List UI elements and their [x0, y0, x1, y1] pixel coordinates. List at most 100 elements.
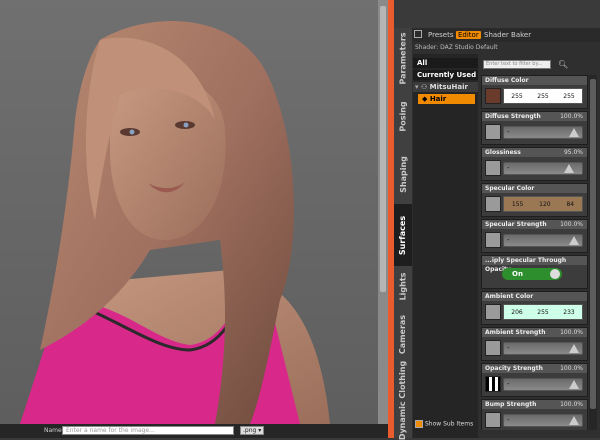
toggle-label: On — [512, 270, 523, 278]
surfaces-panel: Presets Editor Shader Baker Shader: DAZ … — [412, 28, 600, 438]
texture-swatch[interactable] — [485, 160, 501, 176]
color-b: 233 — [563, 308, 575, 316]
texture-swatch[interactable] — [485, 340, 501, 356]
tab-surfaces[interactable]: Surfaces — [394, 204, 412, 266]
value-slider[interactable]: - — [503, 342, 583, 355]
tree-item-hair-label: Hair — [429, 95, 447, 103]
slider-knob[interactable] — [569, 380, 579, 389]
scrollbar-thumb[interactable] — [380, 6, 386, 292]
expand-icon[interactable]: ▾ — [415, 83, 419, 91]
property-ambient-color: Ambient Color 206 255 233 — [481, 291, 588, 325]
tab-surfaces-label: Surfaces — [398, 215, 408, 255]
property-value: 100.0% — [560, 113, 583, 120]
property-diffuse-color: Diffuse Color 255 255 255 — [481, 75, 588, 109]
tree-item-currently-used[interactable]: Currently Used — [413, 70, 478, 80]
slider-knob[interactable] — [569, 344, 579, 353]
figure-icon: ⚇ — [420, 83, 428, 91]
tree-node-label: MitsuHair — [429, 83, 468, 91]
tree-item-all[interactable]: All — [413, 58, 478, 68]
show-sub-items-label: Show Sub Items — [425, 420, 474, 428]
property-value: 100.0% — [560, 401, 583, 408]
property-glossiness: Glossiness 95.0% - — [481, 147, 588, 181]
tab-posing[interactable]: Posing — [394, 88, 412, 144]
format-select[interactable]: .png ▾ — [240, 426, 264, 435]
minus-icon: - — [507, 128, 510, 136]
property-value: 100.0% — [560, 221, 583, 228]
tab-posing-label: Posing — [398, 100, 408, 132]
property-bump-strength: Bump Strength 100.0% - — [481, 399, 588, 430]
property-label: Specular Color — [482, 184, 587, 193]
texture-swatch[interactable] — [485, 88, 501, 104]
show-sub-items-checkbox[interactable] — [415, 420, 423, 428]
color-b: 255 — [563, 92, 575, 100]
property-value: 100.0% — [560, 329, 583, 336]
property-specular-strength: Specular Strength 100.0% - — [481, 219, 588, 253]
property-ambient-strength: Ambient Strength 100.0% - — [481, 327, 588, 361]
surface-tree: All Currently Used ▾ ⚇ MitsuHair ◆ Hair — [413, 54, 478, 438]
property-label: Diffuse Color — [482, 76, 587, 85]
slider-knob[interactable] — [569, 128, 579, 137]
color-field[interactable]: 206 255 233 — [503, 304, 583, 320]
toggle-switch[interactable]: On — [502, 268, 562, 280]
texture-swatch[interactable] — [485, 412, 501, 428]
color-b: 84 — [566, 200, 575, 208]
tab-cameras-label: Cameras — [398, 314, 408, 354]
texture-swatch[interactable] — [485, 304, 501, 320]
vertical-tab-strip: Parameters Posing Shaping Surfaces Light… — [394, 28, 412, 440]
viewport[interactable] — [0, 0, 388, 424]
property-multiply-specular-opacity: ...iply Specular Through Opacity On — [481, 255, 588, 289]
value-slider[interactable]: - — [503, 414, 583, 427]
name-label: Name — [44, 427, 62, 434]
tab-presets[interactable]: Presets — [426, 31, 455, 39]
surface-icon: ◆ — [422, 95, 428, 103]
tab-dynamic-clothing[interactable]: Dynamic Clothing — [394, 360, 412, 439]
tab-parameters[interactable]: Parameters — [394, 28, 412, 88]
texture-swatch[interactable] — [485, 196, 501, 212]
color-g: 255 — [537, 308, 549, 316]
search-icon[interactable]: 🔍︎ — [558, 60, 568, 69]
tab-lights[interactable]: Lights — [394, 266, 412, 306]
value-slider[interactable]: - — [503, 162, 583, 175]
property-list: Diffuse Color 255 255 255 Diffuse Streng… — [481, 75, 588, 430]
image-name-input[interactable]: Enter a name for the image... — [62, 426, 234, 435]
color-r: 206 — [511, 308, 523, 316]
filter-input[interactable]: Enter text to filter by... — [483, 60, 551, 69]
property-scrollbar[interactable] — [589, 75, 597, 430]
slider-knob[interactable] — [564, 164, 574, 173]
color-field[interactable]: 155 120 84 — [503, 196, 583, 212]
slider-knob[interactable] — [569, 236, 579, 245]
texture-swatch[interactable] — [485, 232, 501, 248]
minus-icon: - — [507, 380, 510, 388]
property-diffuse-strength: Diffuse Strength 100.0% - — [481, 111, 588, 145]
show-sub-items[interactable]: Show Sub Items — [415, 420, 473, 428]
value-slider[interactable]: - — [503, 378, 583, 391]
value-slider[interactable]: - — [503, 234, 583, 247]
color-field[interactable]: 255 255 255 — [503, 88, 583, 104]
panel-top-row: Presets Editor Shader Baker — [412, 28, 600, 42]
scrollbar-thumb[interactable] — [590, 79, 596, 409]
color-r: 155 — [511, 200, 524, 208]
tab-lights-label: Lights — [398, 272, 408, 300]
minus-icon: - — [507, 416, 510, 424]
tree-item-hair[interactable]: ◆ Hair — [418, 94, 475, 104]
tab-editor[interactable]: Editor — [456, 31, 481, 39]
texture-swatch[interactable] — [485, 124, 501, 140]
minus-icon: - — [507, 164, 510, 172]
toggle-knob — [550, 269, 560, 279]
tab-shaping[interactable]: Shaping — [394, 144, 412, 204]
color-r: 255 — [511, 92, 523, 100]
tree-node-mitsuhair[interactable]: ▾ ⚇ MitsuHair — [413, 82, 478, 92]
minus-icon: - — [507, 236, 510, 244]
slider-knob[interactable] — [569, 416, 579, 425]
tab-cameras[interactable]: Cameras — [394, 306, 412, 362]
property-opacity-strength: Opacity Strength 100.0% - — [481, 363, 588, 397]
property-label: ...iply Specular Through Opacity — [482, 256, 587, 273]
property-value: 95.0% — [563, 149, 583, 156]
format-value: .png — [243, 427, 257, 434]
value-slider[interactable]: - — [503, 126, 583, 139]
property-value: 100.0% — [560, 365, 583, 372]
opacity-map-swatch[interactable] — [485, 376, 501, 392]
panel-menu-icon[interactable] — [414, 30, 422, 38]
viewport-scrollbar[interactable] — [378, 0, 388, 424]
tab-shader-baker[interactable]: Shader Baker — [482, 31, 533, 39]
